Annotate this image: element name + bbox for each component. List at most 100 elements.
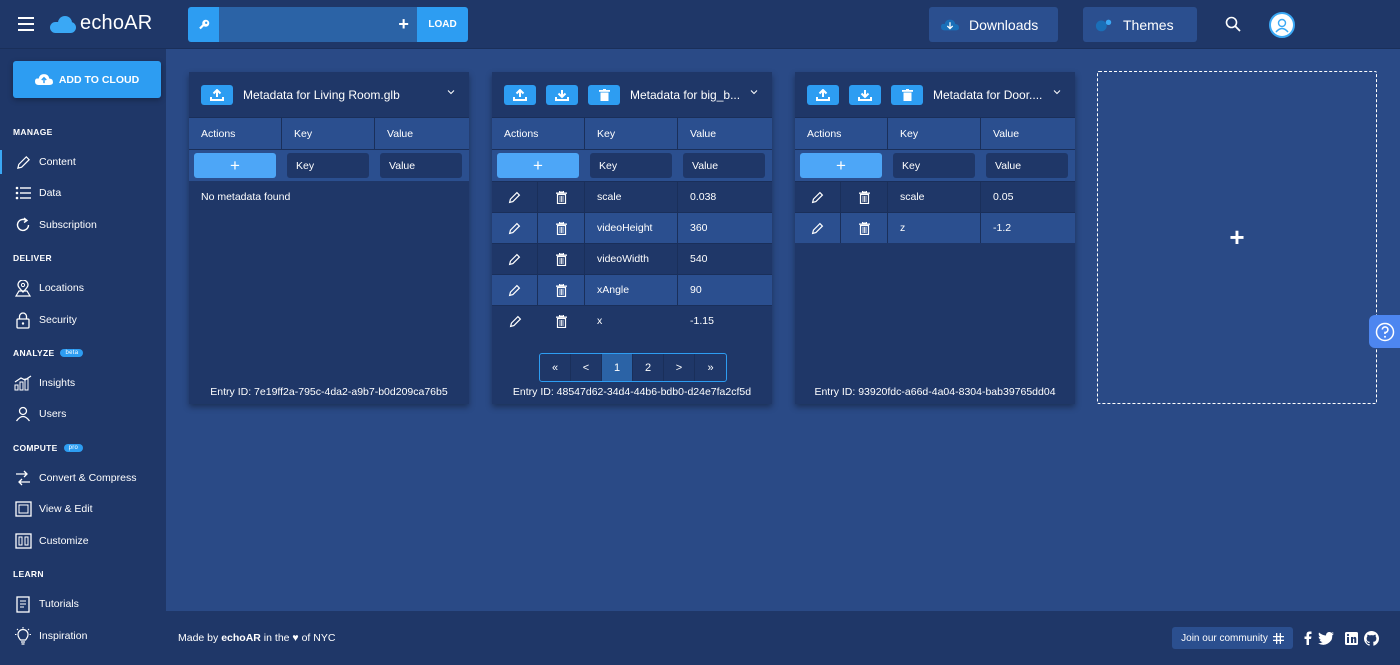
beta-badge: beta [60,349,84,357]
sidebar-item-users[interactable]: Users [0,402,166,426]
upload-icon [210,88,224,101]
row-key: xAngle [585,275,678,305]
sidebar-item-customize[interactable]: Customize [0,529,166,553]
join-community-button[interactable]: Join our community [1172,627,1293,649]
add-metadata-button[interactable]: + [800,153,882,178]
search-icon[interactable] [1225,16,1241,32]
key-input[interactable]: Key [893,153,975,178]
pager-next[interactable]: > [664,354,695,381]
api-key-input[interactable] [219,7,391,42]
help-button[interactable] [1369,315,1400,348]
chevron-down-icon[interactable] [750,88,758,96]
edit-pencil-icon[interactable] [492,244,538,274]
download-button[interactable] [546,84,578,105]
pager-first[interactable]: « [540,354,571,381]
sidebar-item-inspiration[interactable]: Inspiration [0,624,166,648]
value-input[interactable]: Value [683,153,765,178]
themes-icon [1095,19,1112,31]
sidebar-item-label: Security [39,314,77,326]
upload-button[interactable] [807,84,839,105]
edit-pencil-icon[interactable] [492,306,538,336]
sidebar-item-insights[interactable]: Insights [0,371,166,395]
add-metadata-button[interactable]: + [497,153,579,178]
menu-icon[interactable] [18,17,34,31]
row-key: x [597,315,603,327]
edit-pencil-icon[interactable] [795,213,841,243]
key-input[interactable]: Key [287,153,369,178]
row-value: 90 [690,284,702,296]
made-brand[interactable]: echoAR [221,632,261,644]
add-to-cloud-button[interactable]: ADD TO CLOUD [13,61,161,98]
chevron-down-icon[interactable] [1053,88,1061,96]
edit-pencil-icon[interactable] [492,213,538,243]
sidebar-item-label: View & Edit [39,503,93,515]
panel-title: Metadata for big_b... [630,87,741,102]
pager-page-2[interactable]: 2 [633,354,664,381]
key-input[interactable]: Key [590,153,672,178]
sidebar-item-label: Locations [39,282,84,294]
linkedin-icon[interactable] [1343,630,1359,646]
edit-pencil-icon[interactable] [492,182,538,212]
add-panel-button[interactable]: + [1097,71,1377,404]
table-row: videoWidth 540 [492,243,772,274]
add-metadata-button[interactable]: + [194,153,276,178]
twitter-icon[interactable] [1318,630,1334,646]
sidebar-item-subscription[interactable]: Subscription [0,213,166,237]
sidebar-item-convert[interactable]: Convert & Compress [0,466,166,490]
section-analyze: ANALYZE beta [13,348,84,358]
edit-pencil-icon[interactable] [492,275,538,305]
chevron-down-icon[interactable] [447,88,455,96]
delete-button[interactable] [588,84,620,105]
value-input[interactable]: Value [986,153,1068,178]
github-icon[interactable] [1363,630,1379,646]
delete-trash-icon[interactable] [538,314,584,328]
key-button[interactable] [188,7,220,42]
downloads-button[interactable]: Downloads [929,7,1058,42]
refresh-icon [13,216,33,234]
facebook-icon[interactable] [1300,630,1316,646]
add-metadata-row: + Key Value [795,149,1075,181]
delete-trash-icon[interactable] [538,190,584,204]
column-key: Key [585,118,678,149]
downloads-label: Downloads [969,16,1039,33]
sidebar-item-label: Data [39,187,62,199]
sidebar-item-content[interactable]: Content [0,150,166,174]
add-key-button[interactable]: + [390,7,418,42]
edit-pencil-icon[interactable] [795,182,841,212]
download-button[interactable] [849,84,881,105]
logo[interactable]: echoAR [50,12,152,35]
delete-trash-icon[interactable] [538,283,584,297]
section-compute-label: COMPUTE [13,443,58,453]
delete-trash-icon[interactable] [538,252,584,266]
sidebar-item-view-edit[interactable]: View & Edit [0,497,166,521]
themes-button[interactable]: Themes [1083,7,1197,42]
section-learn: LEARN [13,569,44,579]
delete-trash-icon[interactable] [841,190,887,204]
sidebar-item-label: Users [39,408,67,420]
pager-prev[interactable]: < [571,354,602,381]
delete-trash-icon[interactable] [538,221,584,235]
lightbulb-icon [13,627,33,645]
customize-icon [13,532,33,550]
row-key: scale [888,182,981,212]
delete-button[interactable] [891,84,923,105]
sidebar-item-locations[interactable]: Locations [0,276,166,300]
column-key: Key [888,118,981,149]
load-button[interactable]: LOAD [417,7,468,42]
sidebar-item-security[interactable]: Security [0,308,166,332]
sidebar-item-data[interactable]: Data [0,181,166,205]
metadata-panel: Metadata for Living Room.glb Actions Key… [189,72,469,404]
pager-last[interactable]: » [695,354,726,381]
section-deliver: DELIVER [13,253,52,263]
view-edit-icon [13,500,33,518]
delete-trash-icon[interactable] [841,221,887,235]
download-icon [555,89,569,101]
pager-page-1[interactable]: 1 [602,354,633,381]
user-avatar[interactable] [1269,12,1295,38]
column-value: Value [387,127,414,140]
upload-button[interactable] [504,84,536,105]
sidebar-item-label: Inspiration [39,630,88,642]
upload-button[interactable] [201,84,233,105]
value-input[interactable]: Value [380,153,462,178]
sidebar-item-tutorials[interactable]: Tutorials [0,592,166,616]
